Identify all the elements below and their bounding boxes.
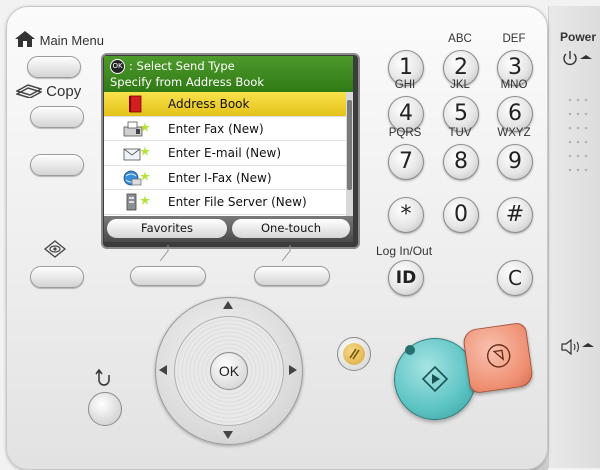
volume-icon — [561, 338, 594, 356]
key-letters: DEF — [502, 33, 526, 45]
power-icon — [563, 51, 592, 66]
lcd-screen: OK : Select Send Type Specify from Addres… — [104, 56, 353, 242]
ok-badge-icon: OK — [110, 59, 125, 74]
id-button[interactable]: ID — [388, 260, 424, 296]
list-scrollbar[interactable] — [346, 92, 353, 216]
copy-heading: Copy — [15, 82, 81, 100]
screen-header: OK : Select Send Type Specify from Addres… — [104, 56, 353, 92]
key-star[interactable]: * — [388, 197, 424, 233]
screen-footer: Favorites One-touch — [104, 216, 353, 242]
ok-button[interactable]: OK — [210, 352, 248, 390]
email-icon — [123, 146, 150, 161]
key-letters: GHI — [394, 79, 416, 91]
back-icon — [95, 368, 110, 386]
settings-eye-icon — [44, 240, 66, 258]
address-book-icon — [129, 95, 142, 113]
key-8[interactable]: 8 — [443, 144, 479, 180]
list-item-label: Enter E-mail (New) — [168, 146, 281, 160]
screen-subtitle: Specify from Address Book — [110, 75, 264, 89]
fax-icon — [123, 121, 150, 136]
stop-button[interactable] — [461, 321, 535, 395]
favorites-button[interactable]: Favorites — [107, 219, 227, 238]
key-letters: MNO — [500, 79, 528, 91]
right-side-panel — [548, 6, 600, 468]
left-blank-button[interactable] — [30, 154, 84, 176]
list-item-address-book[interactable]: Address Book — [104, 92, 346, 117]
copy-button[interactable] — [30, 106, 84, 128]
key-letters: JKL — [450, 79, 470, 91]
file-server-icon — [126, 193, 150, 211]
reset-button-ring[interactable] — [337, 337, 371, 371]
list-item-label: Enter Fax (New) — [168, 121, 264, 136]
key-letters: PQRS — [388, 127, 422, 139]
start-led — [405, 345, 415, 355]
list-item-email[interactable]: Enter E-mail (New) — [104, 141, 346, 166]
power-label: Power — [560, 30, 597, 44]
list-item-ifax[interactable]: Enter I-Fax (New) — [104, 166, 346, 190]
status-monitor-button[interactable] — [30, 266, 84, 288]
key-9[interactable]: 9 — [497, 144, 533, 180]
screen-title: : Select Send Type — [129, 59, 235, 73]
key-hash[interactable]: # — [497, 197, 533, 233]
main-menu-button[interactable] — [27, 56, 81, 78]
key-letters: TUV — [448, 127, 472, 139]
softkey-connector-lines — [159, 245, 291, 262]
stop-icon — [487, 344, 511, 368]
copy-icon — [15, 84, 43, 99]
key-letters: ABC — [448, 33, 472, 45]
pause-icon — [343, 343, 365, 365]
list-item-label: Address Book — [168, 97, 250, 111]
list-item-label: Enter I-Fax (New) — [168, 170, 272, 185]
list-item-fax[interactable]: Enter Fax (New) — [104, 117, 346, 141]
list-item-label: Enter File Server (New) — [168, 195, 307, 209]
key-letters: WXYZ — [497, 127, 531, 139]
login-label: Log In/Out — [376, 244, 433, 258]
speaker-grille — [568, 98, 588, 172]
clear-button[interactable]: C — [497, 260, 533, 296]
key-0[interactable]: 0 — [443, 197, 479, 233]
left-soft-key[interactable] — [130, 266, 206, 286]
home-icon — [15, 31, 35, 47]
right-soft-key[interactable] — [254, 266, 330, 286]
start-icon — [421, 365, 449, 393]
main-menu-heading: Main Menu — [14, 30, 104, 48]
list-item-file-server[interactable]: Enter File Server (New) — [104, 190, 346, 215]
scrollbar-thumb[interactable] — [347, 100, 352, 190]
back-button[interactable] — [88, 392, 122, 426]
one-touch-button[interactable]: One-touch — [232, 219, 350, 238]
key-7[interactable]: 7 — [388, 144, 424, 180]
send-type-list: Address Book Enter Fax (New) Enter E-mai… — [104, 92, 346, 216]
ifax-icon — [123, 170, 150, 185]
